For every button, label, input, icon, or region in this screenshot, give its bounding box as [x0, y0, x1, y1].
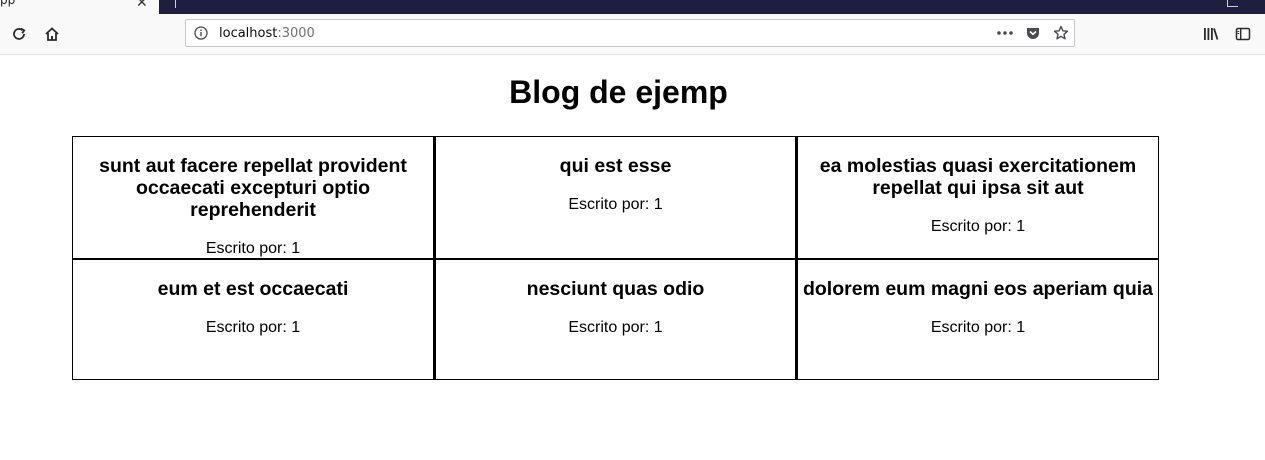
posts-grid: sunt aut facere repellat provident occae…: [72, 136, 1159, 380]
bookmark-star-icon[interactable]: [1052, 24, 1070, 42]
navigation-toolbar: localhost:3000: [0, 14, 1265, 55]
pocket-icon[interactable]: [1024, 24, 1042, 42]
browser-tab[interactable]: pp ✕: [0, 0, 159, 14]
post-author: Escrito por: 1: [205, 240, 301, 257]
post-title: sunt aut facere repellat provident occae…: [99, 155, 407, 221]
post-card: qui est esse Escrito por: 1: [434, 136, 797, 258]
post-card: dolorem eum magni eos aperiam quia Escri…: [797, 258, 1159, 380]
post-author: Escrito por: 1: [930, 218, 1026, 235]
post-card: ea molestias quasi exercitationem repell…: [797, 136, 1159, 258]
sidebar-icon[interactable]: [1233, 24, 1253, 44]
page-title: Blog de ejemp: [509, 74, 728, 110]
post-title: dolorem eum magni eos aperiam quia: [802, 278, 1153, 300]
post-author: Escrito por: 1: [568, 319, 663, 336]
url-text[interactable]: localhost:3000: [219, 26, 315, 41]
close-tab-icon[interactable]: ✕: [136, 0, 148, 9]
post-title: ea molestias quasi exercitationem repell…: [819, 155, 1137, 199]
post-author: Escrito por: 1: [930, 319, 1026, 336]
post-card: sunt aut facere repellat provident occae…: [72, 136, 434, 258]
post-title: qui est esse: [559, 155, 672, 177]
url-bar[interactable]: localhost:3000: [185, 19, 1075, 47]
post-title: nesciunt quas odio: [526, 278, 705, 300]
library-icon[interactable]: [1201, 24, 1221, 44]
new-tab-button[interactable]: [175, 0, 176, 8]
more-actions-icon[interactable]: [996, 24, 1014, 42]
tab-strip: pp ✕: [0, 0, 1265, 14]
home-icon[interactable]: [42, 24, 62, 44]
reload-icon[interactable]: [9, 24, 29, 44]
post-card: eum et est occaecati Escrito por: 1: [72, 258, 434, 380]
tab-overflow-icon[interactable]: [1227, 0, 1238, 7]
post-title: eum et est occaecati: [157, 278, 349, 300]
tab-title: pp: [0, 0, 16, 7]
url-port: :3000: [277, 26, 315, 41]
post-author: Escrito por: 1: [205, 319, 301, 336]
post-author: Escrito por: 1: [568, 196, 663, 213]
post-card: nesciunt quas odio Escrito por: 1: [434, 258, 797, 380]
url-host: localhost: [219, 26, 278, 41]
info-icon[interactable]: [194, 26, 208, 40]
